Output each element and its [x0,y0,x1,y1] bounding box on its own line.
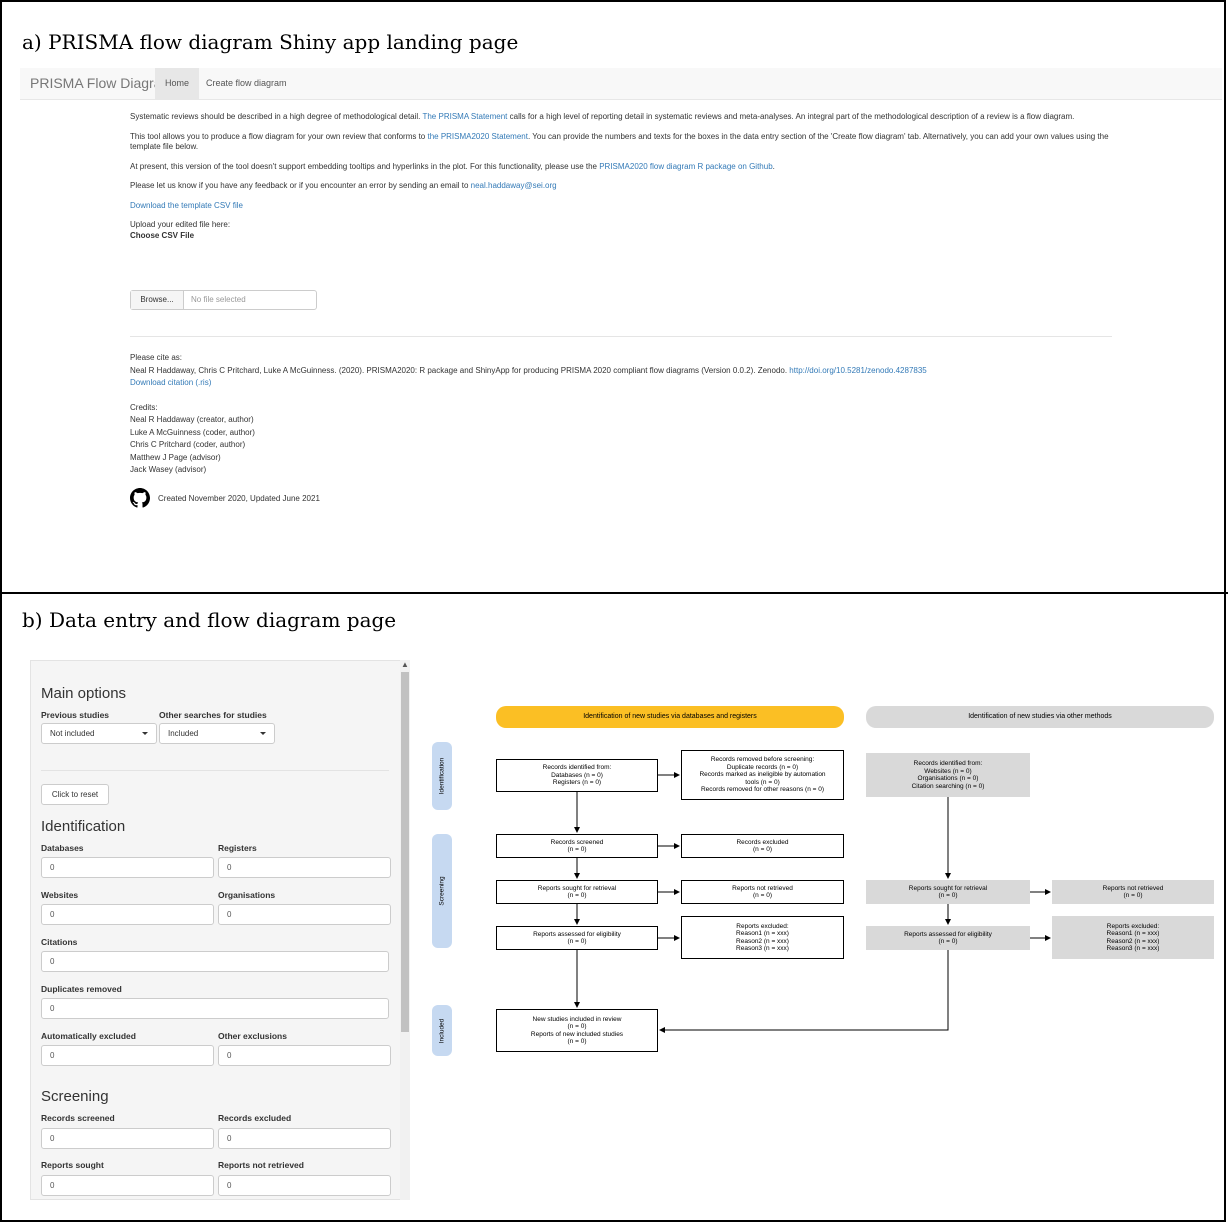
arrow [659,950,949,1033]
diagram-arrows [574,772,1051,1033]
